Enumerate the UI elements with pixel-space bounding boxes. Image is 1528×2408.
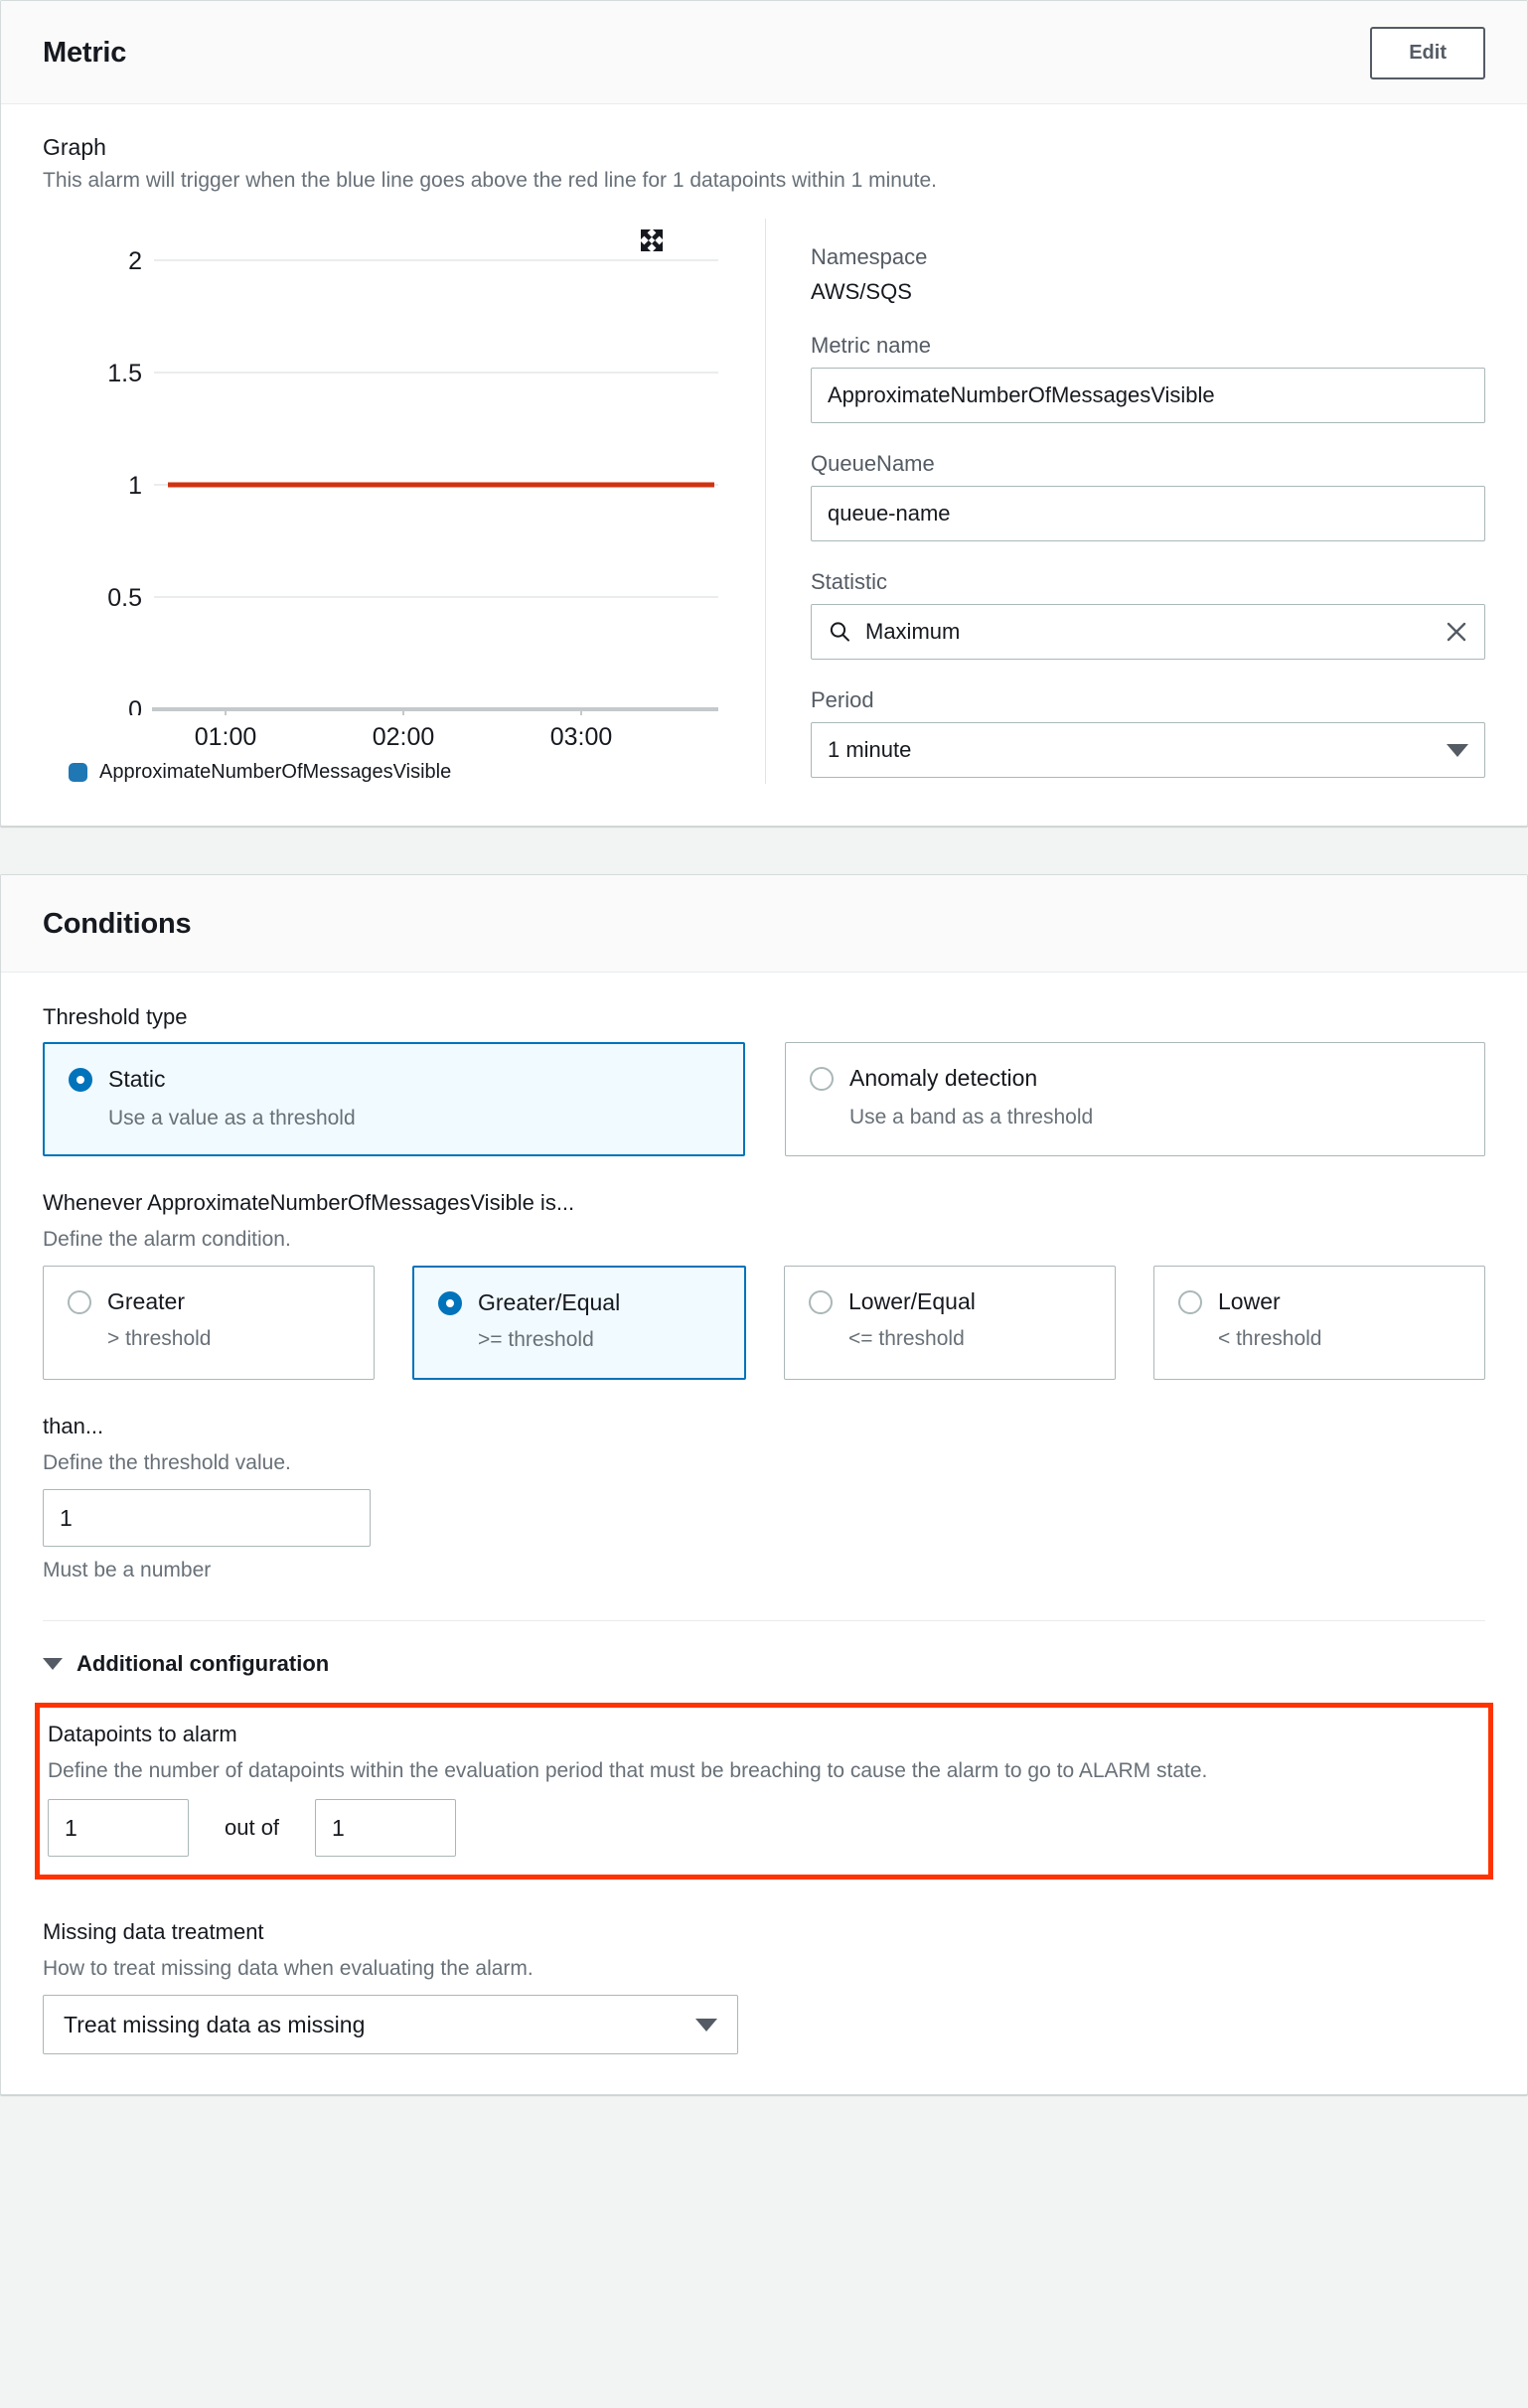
page-title: Metric [43, 37, 127, 69]
missing-data-select[interactable]: Treat missing data as missing [43, 1995, 738, 2054]
statistic-field: Statistic Maximum [811, 569, 1485, 660]
statistic-input[interactable]: Maximum [811, 604, 1485, 660]
radio-icon[interactable] [1178, 1289, 1202, 1314]
radio-icon[interactable] [438, 1290, 462, 1315]
metric-name-label: Metric name [811, 333, 932, 358]
tile-label: Anomaly detection [849, 1065, 1038, 1091]
metric-form-column: Namespace AWS/SQS Metric name Approximat… [766, 219, 1485, 784]
operator-description: <= threshold [848, 1327, 965, 1350]
chevron-down-icon [43, 1658, 63, 1670]
datapoints-to-alarm-label: Datapoints to alarm [48, 1722, 237, 1746]
threshold-type-label: Threshold type [43, 1004, 188, 1029]
metric-name-input[interactable]: ApproximateNumberOfMessagesVisible [811, 368, 1485, 423]
additional-configuration-toggle[interactable]: Additional configuration [43, 1651, 1485, 1677]
threshold-value-hint: Must be a number [43, 1559, 212, 1581]
graph-heading: Graph [43, 134, 106, 160]
namespace-field: Namespace AWS/SQS [811, 244, 1485, 305]
missing-data-value: Treat missing data as missing [64, 2011, 366, 2037]
radio-icon[interactable] [68, 1289, 91, 1314]
search-icon [828, 620, 851, 644]
operator-greater-equal[interactable]: Greater/Equal >= threshold [412, 1266, 746, 1380]
tile-description: Use a value as a threshold [108, 1107, 356, 1129]
metric-split: 2 1.5 1 0.5 0 01:00 02:00 03:00 Approxim… [43, 219, 1485, 784]
queue-name-label: QueueName [811, 451, 935, 476]
svg-text:1: 1 [128, 472, 142, 500]
operator-greater[interactable]: Greater > threshold [43, 1266, 375, 1380]
metric-panel-body: Graph This alarm will trigger when the b… [1, 104, 1527, 826]
datapoints-to-alarm-row: 1 out of 1 [48, 1799, 1480, 1857]
comparison-operator-options: Greater > threshold Greater/Equal >= thr… [43, 1266, 1485, 1380]
threshold-type-options: Static Use a value as a threshold Anomal… [43, 1042, 1485, 1156]
missing-data-label: Missing data treatment [43, 1919, 264, 1944]
metric-panel-header: Metric Edit [1, 1, 1527, 104]
x-tick-label: 01:00 [194, 723, 257, 751]
whenever-description: Define the alarm condition. [43, 1228, 291, 1251]
svg-text:0.5: 0.5 [107, 584, 142, 612]
statistic-value: Maximum [865, 619, 961, 644]
tile-label: Static [108, 1066, 166, 1092]
chart-canvas: 2 1.5 1 0.5 0 [107, 247, 718, 715]
section-divider [43, 1620, 1485, 1621]
legend-label: ApproximateNumberOfMessagesVisible [99, 761, 452, 783]
x-tick-label: 03:00 [549, 723, 613, 751]
chart-legend: ApproximateNumberOfMessagesVisible [43, 761, 737, 784]
threshold-value-input[interactable]: 1 [43, 1489, 371, 1547]
statistic-label: Statistic [811, 569, 888, 594]
operator-label: Greater [107, 1288, 185, 1314]
metric-name-field: Metric name ApproximateNumberOfMessagesV… [811, 333, 1485, 423]
queue-name-input[interactable]: queue-name [811, 486, 1485, 541]
namespace-value: AWS/SQS [811, 279, 912, 304]
radio-icon[interactable] [810, 1066, 834, 1091]
operator-label: Lower/Equal [848, 1288, 976, 1314]
chevron-down-icon [1447, 743, 1468, 757]
period-select[interactable]: 1 minute [811, 722, 1485, 778]
operator-lower[interactable]: Lower < threshold [1153, 1266, 1485, 1380]
whenever-label: Whenever ApproximateNumberOfMessagesVisi… [43, 1190, 575, 1215]
queue-name-field: QueueName queue-name [811, 451, 1485, 541]
conditions-panel: Conditions Threshold type Static Use a v… [0, 874, 1528, 2095]
operator-label: Lower [1218, 1288, 1281, 1314]
close-icon[interactable] [1445, 620, 1468, 644]
chart-column: 2 1.5 1 0.5 0 01:00 02:00 03:00 Approxim… [43, 219, 766, 784]
operator-description: < threshold [1218, 1327, 1322, 1350]
datapoints-breaching-input[interactable]: 1 [48, 1799, 189, 1857]
operator-label: Greater/Equal [478, 1289, 621, 1315]
operator-lower-equal[interactable]: Lower/Equal <= threshold [784, 1266, 1116, 1380]
datapoints-evaluation-input[interactable]: 1 [315, 1799, 457, 1857]
svg-text:0: 0 [128, 696, 142, 715]
svg-text:1.5: 1.5 [107, 360, 142, 387]
radio-icon[interactable] [809, 1289, 833, 1314]
period-field: Period 1 minute [811, 687, 1485, 778]
conditions-title: Conditions [43, 908, 192, 940]
alarm-preview-chart: 2 1.5 1 0.5 0 01:00 02:00 03:00 [43, 219, 737, 751]
operator-description: > threshold [107, 1327, 212, 1350]
conditions-panel-header: Conditions [1, 875, 1527, 973]
conditions-panel-body: Threshold type Static Use a value as a t… [1, 973, 1527, 2094]
threshold-type-anomaly-detection[interactable]: Anomaly detection Use a band as a thresh… [785, 1042, 1485, 1156]
svg-text:2: 2 [128, 247, 142, 275]
datapoints-out-of-label: out of [225, 1815, 280, 1840]
than-label: than... [43, 1414, 104, 1438]
graph-description: This alarm will trigger when the blue li… [43, 169, 937, 192]
legend-color-swatch [69, 763, 87, 782]
missing-data-treatment-group: Missing data treatment How to treat miss… [43, 1919, 1485, 2054]
x-tick-label: 02:00 [372, 723, 435, 751]
metric-panel: Metric Edit Graph This alarm will trigge… [0, 0, 1528, 827]
operator-description: >= threshold [478, 1328, 594, 1351]
namespace-label: Namespace [811, 244, 928, 269]
tile-description: Use a band as a threshold [849, 1106, 1094, 1129]
period-label: Period [811, 687, 874, 712]
chevron-down-icon [695, 2018, 717, 2032]
expand-icon[interactable] [638, 226, 666, 254]
than-description: Define the threshold value. [43, 1451, 291, 1474]
period-value: 1 minute [828, 737, 912, 762]
datapoints-to-alarm-description: Define the number of datapoints within t… [48, 1759, 1208, 1782]
datapoints-to-alarm-highlight: Datapoints to alarm Define the number of… [35, 1703, 1493, 1880]
radio-icon[interactable] [69, 1067, 92, 1092]
threshold-type-static[interactable]: Static Use a value as a threshold [43, 1042, 745, 1156]
missing-data-description: How to treat missing data when evaluatin… [43, 1957, 534, 1980]
edit-button[interactable]: Edit [1370, 27, 1485, 79]
panel-gap [0, 827, 1528, 874]
additional-configuration-label: Additional configuration [76, 1651, 330, 1676]
